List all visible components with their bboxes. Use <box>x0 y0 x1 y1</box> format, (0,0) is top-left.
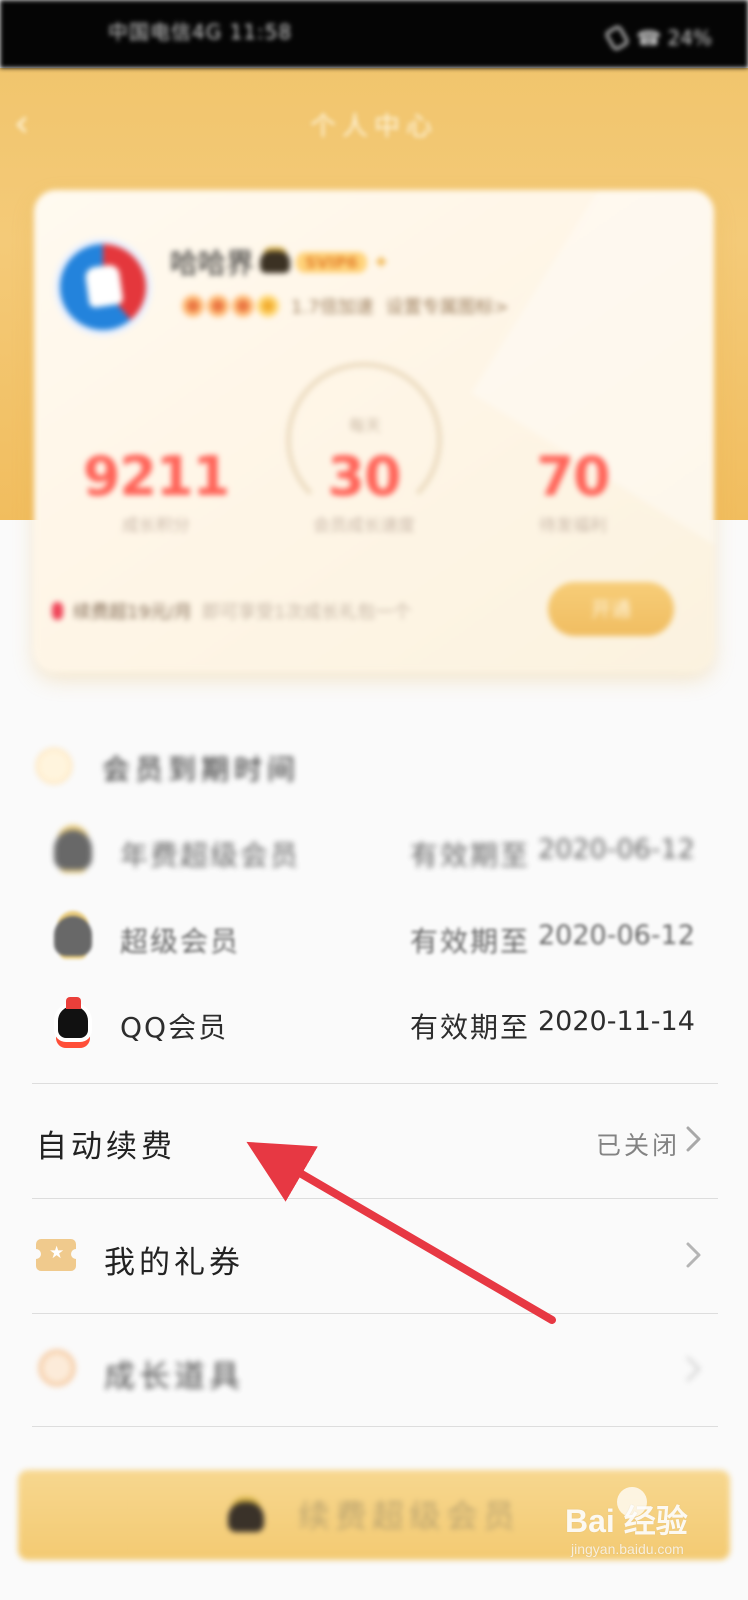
level-icons <box>182 295 279 317</box>
level-row[interactable]: 1.7倍加速 设置专属图标> <box>182 293 509 319</box>
avatar-icon <box>84 263 124 309</box>
crown-icon <box>228 1502 265 1532</box>
qq-penguin-icon <box>54 997 92 1042</box>
pending-benefits-label: 待发福利 <box>539 516 607 536</box>
member-expiry-label: 有效期至 <box>410 1011 531 1044</box>
growth-speed-label: 会员成长速度 <box>313 516 415 536</box>
svip-badge: SVIP6 <box>296 251 367 273</box>
pending-benefits-value: 70 <box>536 445 610 508</box>
nickname-area[interactable]: 哈哈界 SVIP6 ✦ <box>170 242 390 282</box>
membership-section-title: 会员到期时间 <box>102 753 301 786</box>
member-name: 超级会员 <box>120 925 241 958</box>
divider <box>32 1313 718 1314</box>
watermark-site: jingyan.baidu.com <box>571 1541 684 1557</box>
coupon-icon: ★ <box>31 1239 81 1271</box>
watermark-text: Bai 经验 <box>565 1503 688 1539</box>
top-navigation: ‹ 个人中心 <box>0 96 748 152</box>
member-expiry-label: 有效期至 <box>410 839 531 872</box>
avatar[interactable] <box>54 238 152 336</box>
level-icon <box>182 295 204 317</box>
divider <box>32 1198 718 1199</box>
notice-icon <box>52 602 63 620</box>
member-card: 哈哈界 SVIP6 ✦ 1.7倍加速 设置专属图标> 每天 9211 成长积分 … <box>34 190 714 672</box>
star-icon: ✦ <box>372 250 390 274</box>
baidu-jingyan-watermark: Bai 经验 jingyan.baidu.com <box>565 1480 735 1570</box>
renew-super-member-label: 续费超级会员 <box>297 1498 520 1534</box>
growth-props-row[interactable]: 成长道具 <box>30 1337 720 1403</box>
level-icon <box>207 295 229 317</box>
status-right-text: ☎ 24% <box>636 26 712 50</box>
member-expiry-date: 2020-06-12 <box>538 920 695 951</box>
page-title: 个人中心 <box>309 112 438 142</box>
notice-secondary-text: 即可享受1次成长礼包一个 <box>201 602 412 623</box>
member-row-annual-super: 年费超级会员 有效期至 2020-06-12 <box>50 826 700 882</box>
status-left-text: 中国电信4G 11:58 <box>108 20 293 44</box>
card-notice: 续费超19元/月 即可享受1次成长礼包一个 <box>52 598 522 624</box>
star-icon: ★ <box>49 1243 65 1263</box>
screen: 中国电信4G 11:58 ☎ 24% ‹ 个人中心 哈哈界 SVIP6 ✦ 1.… <box>0 0 748 1600</box>
member-row-qq: QQ会员 有效期至 2020-11-14 <box>50 997 700 1054</box>
growth-props-label: 成长道具 <box>104 1359 244 1395</box>
crown-icon <box>260 251 291 273</box>
pending-benefits-stat[interactable]: 70 待发福利 <box>498 445 648 537</box>
growth-props-icon <box>38 1349 76 1387</box>
member-expiry-date: 2020-06-12 <box>538 834 695 865</box>
divider <box>32 1083 718 1084</box>
chevron-right-icon <box>686 1356 701 1382</box>
phone-icon <box>603 23 631 53</box>
chevron-right-icon <box>686 1242 701 1268</box>
crown-icon <box>54 916 92 956</box>
member-expiry-date: 2020-11-14 <box>538 1006 695 1037</box>
my-coupons-label: 我的礼券 <box>104 1245 244 1281</box>
growth-speed-stat[interactable]: 30 会员成长速度 <box>289 445 439 537</box>
growth-speed-caption: 每天 <box>348 416 381 435</box>
status-bar: 中国电信4G 11:58 ☎ 24% <box>0 0 748 68</box>
nickname: 哈哈界 <box>170 247 255 280</box>
member-expiry-label: 有效期至 <box>410 925 531 958</box>
auto-renew-row[interactable]: 自动续费 已关闭 <box>30 1107 720 1173</box>
open-button[interactable]: 开通 <box>548 582 674 636</box>
membership-section-header: 会员到期时间 <box>30 740 710 792</box>
level-icon <box>257 295 279 317</box>
notice-text: 续费超19元/月 <box>73 602 192 623</box>
custom-icon-link[interactable]: 设置专属图标> <box>386 293 509 319</box>
crown-icon <box>54 830 92 870</box>
level-speed-text: 1.7倍加速 <box>291 297 374 318</box>
clock-icon <box>36 748 72 784</box>
auto-renew-label: 自动续费 <box>36 1129 176 1165</box>
growth-score-label: 成长积分 <box>122 516 190 536</box>
divider <box>32 1426 718 1427</box>
growth-score-value: 9211 <box>82 445 230 508</box>
growth-speed-value: 30 <box>327 445 401 508</box>
member-name: QQ会员 <box>120 1011 229 1044</box>
member-row-super: 超级会员 有效期至 2020-06-12 <box>50 912 700 968</box>
chevron-right-icon <box>686 1126 701 1152</box>
my-coupons-row[interactable]: ★ 我的礼券 <box>30 1223 720 1289</box>
auto-renew-status: 已关闭 <box>595 1131 680 1160</box>
content-background <box>0 520 748 1600</box>
level-icon <box>232 295 254 317</box>
member-name: 年费超级会员 <box>120 839 301 872</box>
status-right-area: ☎ 24% <box>603 23 712 53</box>
growth-score-stat[interactable]: 9211 成长积分 <box>81 445 231 537</box>
